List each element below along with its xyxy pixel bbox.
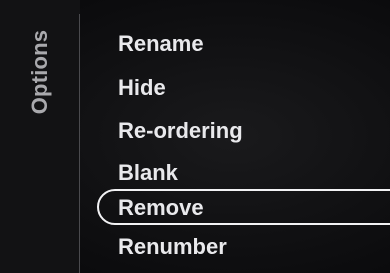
options-screen: Options Rename Hide Re-ordering Blank Re…	[0, 0, 390, 273]
menu-item-remove[interactable]: Remove	[118, 190, 204, 226]
menu-item-renumber[interactable]: Renumber	[118, 229, 227, 265]
menu-item-re-ordering[interactable]: Re-ordering	[118, 113, 243, 149]
options-menu: Rename Hide Re-ordering Blank Remove Ren…	[0, 0, 390, 273]
menu-item-rename[interactable]: Rename	[118, 26, 204, 62]
menu-item-hide[interactable]: Hide	[118, 70, 166, 106]
menu-item-blank[interactable]: Blank	[118, 155, 178, 191]
